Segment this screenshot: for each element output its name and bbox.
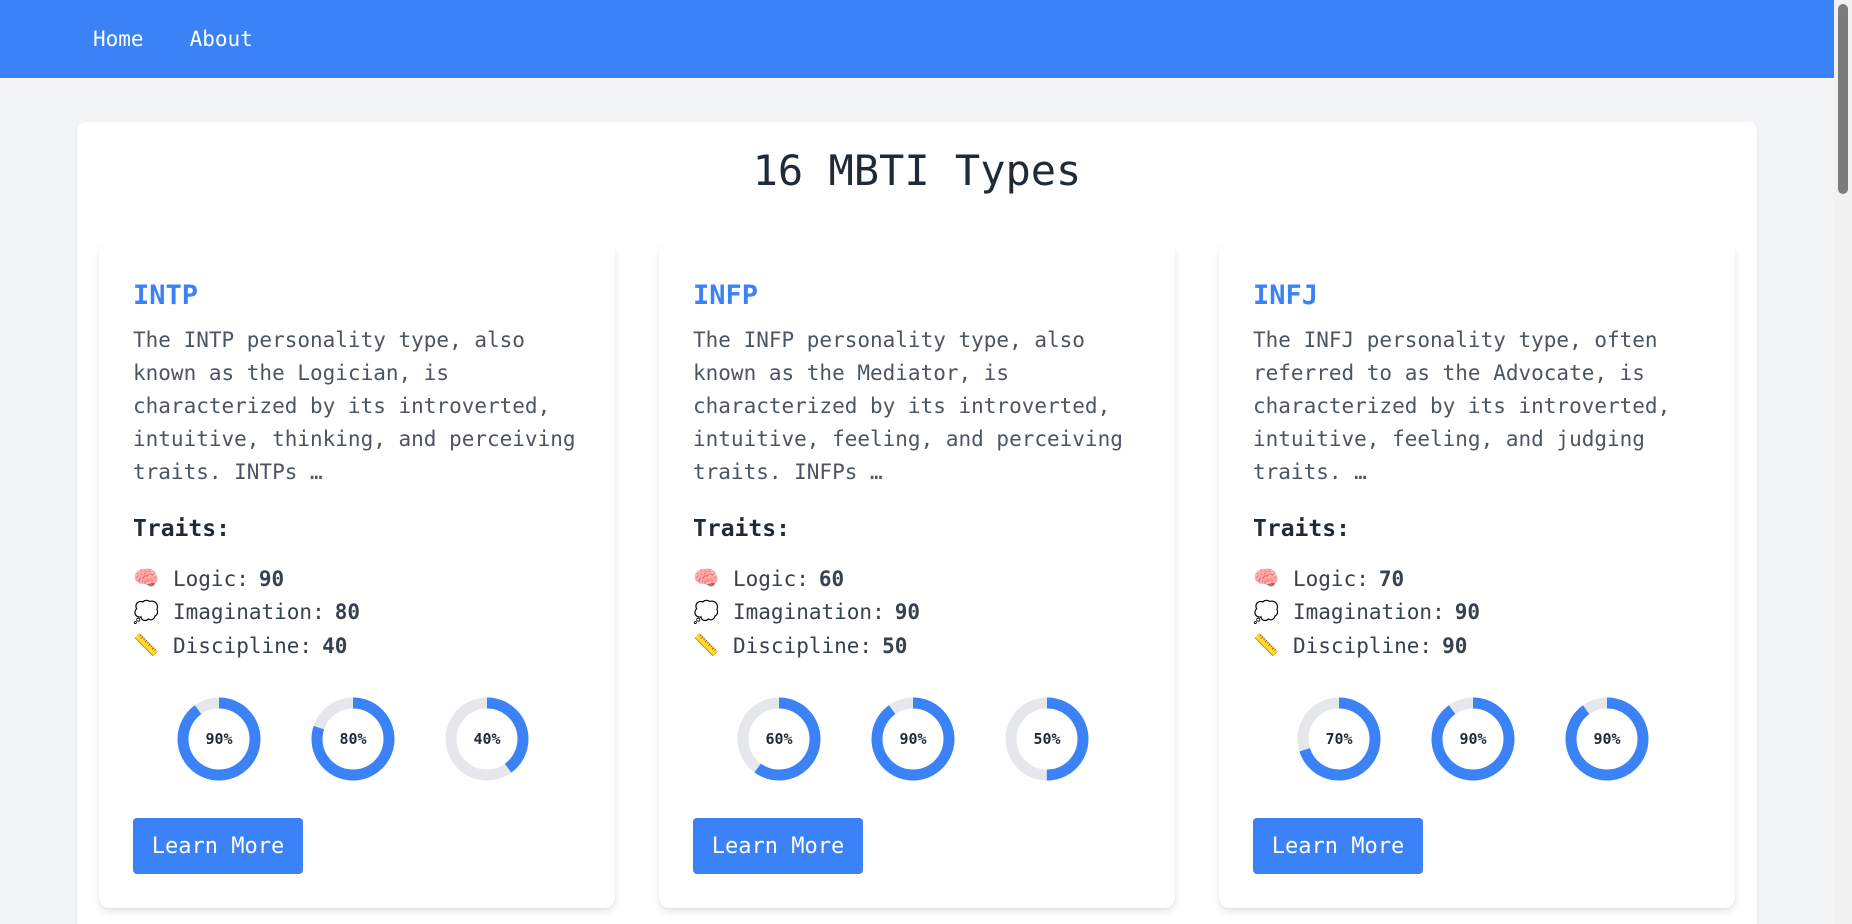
trait-label: Discipline: — [733, 633, 873, 658]
progress-ring: 70% — [1296, 696, 1382, 782]
progress-rings: 60% 90% 50% — [736, 696, 1138, 782]
card-description: The INFJ personality type, often referre… — [1253, 328, 1671, 484]
trait-row: 🧠 Logic: 60 — [693, 562, 920, 596]
card-title: INTP — [133, 280, 199, 311]
progress-ring-label: 70% — [1325, 730, 1353, 748]
page-title: 16 MBTI Types — [752, 146, 1082, 195]
progress-ring: 90% — [176, 696, 262, 782]
trait-value: 40 — [322, 633, 348, 658]
trait-row: 💭 Imagination: 90 — [693, 596, 920, 630]
trait-list: 🧠 Logic: 70 💭 Imagination: 90 📏 Discipli… — [1253, 562, 1480, 663]
trait-row: 💭 Imagination: 90 — [1253, 596, 1480, 630]
traits-heading: Traits: — [1253, 516, 1350, 542]
trait-label: Imagination: — [733, 600, 885, 625]
ruler-icon: 📏 — [693, 633, 720, 658]
progress-ring-label: 90% — [1593, 730, 1621, 748]
progress-ring: 40% — [444, 696, 530, 782]
card-description: The INFP personality type, also known as… — [693, 328, 1123, 484]
thought-bubble-icon: 💭 — [693, 599, 720, 624]
brain-icon: 🧠 — [693, 566, 720, 591]
scrollbar-thumb[interactable] — [1838, 4, 1848, 194]
progress-ring-label: 50% — [1033, 730, 1061, 748]
progress-rings: 90% 80% 40% — [176, 696, 578, 782]
progress-ring-label: 80% — [339, 730, 367, 748]
progress-rings: 70% 90% 90% — [1296, 696, 1698, 782]
progress-ring: 90% — [870, 696, 956, 782]
trait-label: Discipline: — [1293, 633, 1433, 658]
trait-row: 📏 Discipline: 50 — [693, 629, 920, 663]
trait-value: 70 — [1378, 566, 1405, 591]
traits-heading: Traits: — [133, 516, 230, 542]
progress-ring-label: 90% — [205, 730, 233, 748]
trait-value: 90 — [894, 600, 921, 625]
trait-value: 50 — [882, 633, 908, 658]
page-scrollbar[interactable] — [1834, 0, 1852, 924]
trait-row: 🧠 Logic: 70 — [1253, 562, 1480, 596]
progress-ring-label: 40% — [473, 730, 501, 748]
trait-list: 🧠 Logic: 60 💭 Imagination: 90 📏 Discipli… — [693, 562, 920, 663]
thought-bubble-icon: 💭 — [1253, 599, 1280, 624]
brain-icon: 🧠 — [133, 566, 160, 591]
progress-ring: 50% — [1004, 696, 1090, 782]
progress-ring: 90% — [1564, 696, 1650, 782]
mbti-card-infj: INFJ The INFJ personality type, often re… — [1219, 244, 1735, 908]
ruler-icon: 📏 — [133, 633, 160, 658]
trait-label: Logic: — [1293, 566, 1369, 591]
trait-row: 📏 Discipline: 40 — [133, 629, 360, 663]
trait-row: 🧠 Logic: 90 — [133, 562, 360, 596]
card-title: INFP — [693, 280, 759, 311]
thought-bubble-icon: 💭 — [133, 599, 160, 624]
trait-label: Imagination: — [1293, 600, 1445, 625]
nav-link-home[interactable]: Home — [93, 27, 144, 51]
trait-label: Logic: — [733, 566, 809, 591]
learn-more-button[interactable]: Learn More — [1253, 818, 1423, 874]
trait-list: 🧠 Logic: 90 💭 Imagination: 80 📏 Discipli… — [133, 562, 360, 663]
progress-ring: 80% — [310, 696, 396, 782]
trait-value: 90 — [1442, 633, 1468, 658]
trait-label: Logic: — [173, 566, 249, 591]
trait-row: 💭 Imagination: 80 — [133, 596, 360, 630]
card-title: INFJ — [1253, 280, 1319, 311]
brain-icon: 🧠 — [1253, 566, 1280, 591]
progress-ring: 90% — [1430, 696, 1516, 782]
trait-row: 📏 Discipline: 90 — [1253, 629, 1480, 663]
progress-ring: 60% — [736, 696, 822, 782]
progress-ring-label: 60% — [765, 730, 793, 748]
mbti-card-intp: INTP The INTP personality type, also kno… — [99, 244, 615, 908]
trait-value: 90 — [258, 566, 285, 591]
top-navbar: Home About — [0, 0, 1834, 78]
learn-more-button[interactable]: Learn More — [693, 818, 863, 874]
traits-heading: Traits: — [693, 516, 790, 542]
trait-value: 60 — [818, 566, 845, 591]
main-container: 16 MBTI Types INTP The INTP personality … — [77, 122, 1757, 924]
nav-link-about[interactable]: About — [190, 27, 253, 51]
card-description: The INTP personality type, also known as… — [133, 328, 576, 484]
ruler-icon: 📏 — [1253, 633, 1280, 658]
progress-ring-label: 90% — [1459, 730, 1487, 748]
trait-label: Discipline: — [173, 633, 313, 658]
mbti-card-infp: INFP The INFP personality type, also kno… — [659, 244, 1175, 908]
learn-more-button[interactable]: Learn More — [133, 818, 303, 874]
trait-label: Imagination: — [173, 600, 325, 625]
progress-ring-label: 90% — [899, 730, 927, 748]
trait-value: 90 — [1454, 600, 1481, 625]
trait-value: 80 — [334, 600, 361, 625]
